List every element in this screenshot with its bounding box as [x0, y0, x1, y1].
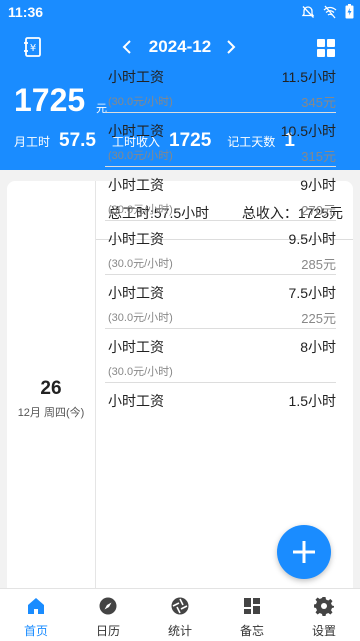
day-number: 26 [40, 378, 62, 399]
entry-type: 小时工资 [108, 285, 164, 301]
tab-label: 统计 [167, 624, 192, 638]
list-item[interactable]: 小时工资 9小时 (30.0元/小时) 270元 [105, 167, 336, 221]
list-item[interactable]: 小时工资 8小时 (30.0元/小时) [105, 329, 336, 383]
entry-hours: 10.5小时 [280, 123, 336, 139]
memo-grid-icon [244, 598, 260, 614]
entry-rate: (30.0元/小时) [108, 366, 173, 378]
entry-amount: 285元 [301, 257, 336, 272]
list-item[interactable]: 小时工资 1.5小时 [105, 383, 336, 436]
entry-rate: (30.0元/小时) [108, 258, 173, 270]
home-icon [28, 598, 44, 614]
battery-icon [345, 4, 354, 19]
entry-type: 小时工资 [108, 339, 164, 355]
aperture-icon [171, 597, 189, 615]
date-column[interactable]: 26 12月 周四(今) [7, 181, 96, 601]
list-item[interactable]: 小时工资 10.5小时 (30.0元/小时) 315元 [105, 113, 336, 167]
entry-type: 小时工资 [108, 393, 164, 409]
entry-hours: 1.5小时 [288, 393, 336, 409]
chevron-left-icon[interactable] [120, 38, 134, 56]
status-time: 11:36 [8, 4, 44, 20]
entry-rate: (30.0元/小时) [108, 96, 173, 108]
gear-icon [314, 597, 334, 616]
tab-statistics[interactable]: 统计 [144, 589, 216, 641]
entry-hours: 9小时 [300, 177, 336, 193]
entry-type: 小时工资 [108, 69, 164, 85]
month-total-income: 1725 [14, 82, 86, 118]
wifi-off-icon [323, 5, 337, 18]
entry-hours: 8小时 [300, 339, 336, 355]
entry-hours: 11.5小时 [281, 69, 336, 85]
plus-icon [293, 541, 315, 563]
entry-rate: (30.0元/小时) [108, 204, 173, 216]
tab-label: 设置 [311, 624, 336, 638]
entry-list: 小时工资 11.5小时 (30.0元/小时) 345元 小时工资 10.5小时 … [105, 59, 336, 436]
entry-type: 小时工资 [108, 231, 164, 247]
list-item[interactable]: 小时工资 7.5小时 (30.0元/小时) 225元 [105, 275, 336, 329]
entry-hours: 7.5小时 [288, 285, 336, 301]
entry-rate: (30.0元/小时) [108, 312, 173, 324]
compass-icon [99, 597, 117, 615]
entry-amount: 225元 [301, 311, 336, 326]
chevron-right-icon[interactable] [224, 38, 238, 56]
month-title[interactable]: 2024-12 [142, 37, 218, 57]
entry-type: 小时工资 [108, 123, 164, 139]
bottom-tab-bar: 首页 日历 统计 备忘 设置 [0, 588, 360, 641]
list-item[interactable]: 小时工资 11.5小时 (30.0元/小时) 345元 [105, 59, 336, 113]
add-record-button[interactable] [277, 525, 331, 579]
tab-label: 日历 [95, 624, 120, 638]
mute-icon [301, 5, 315, 18]
status-bar: 11:36 [0, 0, 360, 26]
list-item[interactable]: 小时工资 9.5小时 (30.0元/小时) 285元 [105, 221, 336, 275]
tab-settings[interactable]: 设置 [288, 589, 360, 641]
tab-calendar[interactable]: 日历 [72, 589, 144, 641]
entry-amount: 270元 [301, 203, 336, 218]
tab-home[interactable]: 首页 [0, 589, 72, 641]
entry-rate: (30.0元/小时) [108, 150, 173, 162]
entry-hours: 9.5小时 [288, 231, 336, 247]
tab-label: 备忘 [239, 624, 264, 638]
svg-text:¥: ¥ [30, 43, 36, 54]
entry-amount: 315元 [301, 149, 336, 164]
grid-icon[interactable] [316, 38, 336, 58]
entry-amount: 345元 [301, 95, 336, 110]
stat-label-monthly-hours: 月工时 [14, 135, 51, 149]
entry-type: 小时工资 [108, 177, 164, 193]
notebook-icon[interactable]: ¥ [22, 36, 44, 58]
day-subtitle: 12月 周四(今) [17, 407, 85, 419]
tab-memo[interactable]: 备忘 [216, 589, 288, 641]
tab-label: 首页 [23, 624, 48, 638]
stat-value-monthly-hours: 57.5 [59, 130, 96, 151]
